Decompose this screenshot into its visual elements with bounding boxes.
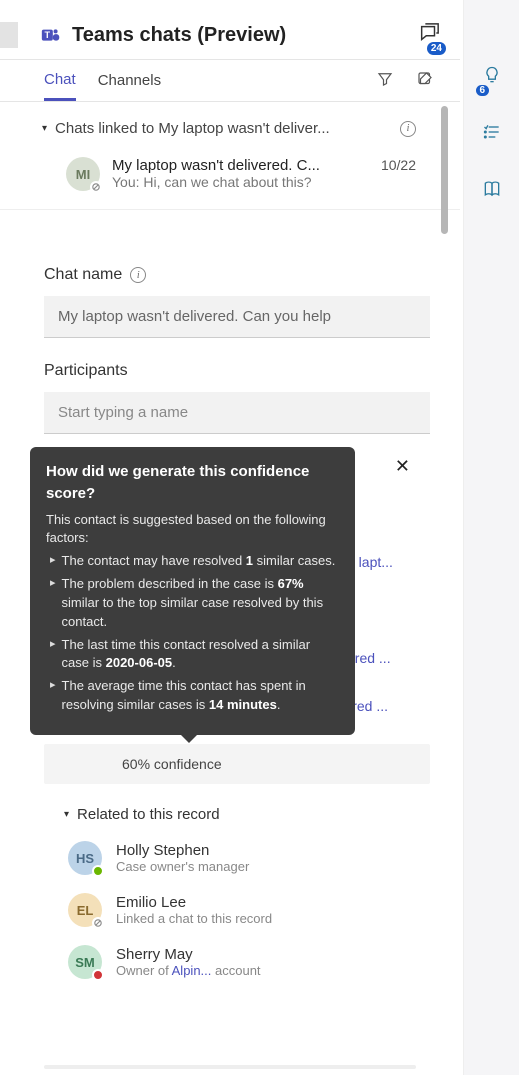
rail-insights-button[interactable]: 6	[482, 65, 502, 90]
contact-name: Holly Stephen	[116, 842, 249, 859]
avatar-initials: EL	[77, 903, 94, 918]
rail-badge: 6	[476, 85, 490, 96]
tooltip-arrow-icon	[180, 734, 198, 743]
rail-knowledge-button[interactable]	[482, 179, 502, 204]
confidence-tooltip: ✕ How did we generate this confidence sc…	[30, 447, 355, 735]
avatar: MI	[66, 157, 100, 191]
svg-text:T: T	[45, 29, 51, 39]
chat-name-input[interactable]	[44, 296, 430, 338]
compose-badge: 24	[427, 42, 446, 55]
rail-list-button[interactable]	[482, 122, 502, 147]
header-title: Teams chats (Preview)	[72, 24, 408, 47]
tab-chat[interactable]: Chat	[44, 71, 76, 101]
tooltip-factor: The last time this contact resolved a si…	[50, 636, 339, 674]
avatar-initials: HS	[76, 851, 94, 866]
related-contact[interactable]: SM Sherry MayOwner of Alpin... account	[0, 933, 460, 985]
teams-logo-icon: T	[40, 25, 62, 47]
tab-channels[interactable]: Channels	[98, 72, 161, 99]
avatar: HS	[68, 841, 102, 875]
contact-subtitle: Case owner's manager	[116, 859, 249, 874]
info-icon[interactable]: i	[130, 267, 146, 283]
avatar: SM	[68, 945, 102, 979]
participants-input[interactable]	[44, 392, 430, 434]
bottom-scrollbar[interactable]	[44, 1065, 416, 1069]
presence-indicator	[92, 969, 104, 981]
side-rail: 6	[463, 0, 519, 1075]
list-check-icon	[482, 122, 502, 142]
participants-label-row: Participants	[0, 338, 460, 388]
account-link[interactable]: Alpin...	[172, 963, 212, 978]
avatar: EL	[68, 893, 102, 927]
presence-indicator	[92, 917, 104, 929]
info-icon[interactable]: i	[400, 121, 416, 137]
tooltip-intro: This contact is suggested based on the f…	[46, 511, 339, 549]
compose-icon	[416, 70, 434, 88]
book-icon	[482, 179, 502, 199]
filter-icon	[376, 70, 394, 88]
scrollbar-thumb[interactable]	[441, 106, 448, 234]
filter-button[interactable]	[376, 70, 394, 101]
gray-bar	[0, 22, 18, 48]
tooltip-factor: The average time this contact has spent …	[50, 677, 339, 715]
related-header[interactable]: ▾ Related to this record	[0, 784, 460, 829]
chat-preview: You: Hi, can we chat about this?	[112, 174, 416, 190]
presence-indicator	[92, 865, 104, 877]
contact-subtitle: Owner of Alpin... account	[116, 963, 261, 978]
avatar-initials: MI	[76, 167, 90, 182]
related-contact[interactable]: EL Emilio LeeLinked a chat to this record	[0, 881, 460, 933]
confidence-label: 60% confidence	[122, 756, 222, 772]
linked-chats-title: Chats linked to My laptop wasn't deliver…	[55, 120, 392, 137]
compose-button[interactable]: 24	[418, 22, 440, 49]
tooltip-close-button[interactable]: ✕	[395, 453, 410, 479]
tooltip-factor-list: The contact may have resolved 1 similar …	[46, 552, 339, 715]
lightbulb-icon	[482, 65, 502, 85]
tooltip-factor: The problem described in the case is 67%…	[50, 575, 339, 632]
chat-bubble-icon	[418, 22, 440, 44]
chat-list-scroll[interactable]: ▾ Chats linked to My laptop wasn't deliv…	[0, 102, 460, 242]
related-title: Related to this record	[77, 806, 220, 823]
chat-name-label-row: Chat name i	[0, 242, 460, 292]
chat-name-label: Chat name	[44, 266, 122, 284]
participants-label: Participants	[44, 362, 128, 380]
tooltip-title: How did we generate this confidence scor…	[46, 461, 339, 505]
related-contact[interactable]: HS Holly StephenCase owner's manager	[0, 829, 460, 881]
panel-header: T Teams chats (Preview) 24	[0, 0, 460, 60]
chat-list-item[interactable]: MI My laptop wasn't delivered. C... 10/2…	[0, 143, 460, 210]
contact-name: Emilio Lee	[116, 894, 272, 911]
caret-down-icon: ▾	[42, 123, 47, 134]
tooltip-factor: The contact may have resolved 1 similar …	[50, 552, 339, 571]
new-chat-button[interactable]	[416, 70, 434, 101]
avatar-initials: SM	[75, 955, 95, 970]
linked-chats-header[interactable]: ▾ Chats linked to My laptop wasn't deliv…	[0, 102, 460, 143]
confidence-row[interactable]: ered ... 60% confidence	[44, 744, 430, 784]
contact-name: Sherry May	[116, 946, 261, 963]
offline-icon	[92, 183, 100, 191]
chat-title: My laptop wasn't delivered. C...	[112, 157, 373, 174]
tabs-row: Chat Channels	[0, 60, 460, 102]
presence-indicator	[90, 181, 102, 193]
chat-date: 10/22	[381, 157, 416, 173]
contact-subtitle: Linked a chat to this record	[116, 911, 272, 926]
caret-down-icon: ▾	[64, 809, 69, 820]
